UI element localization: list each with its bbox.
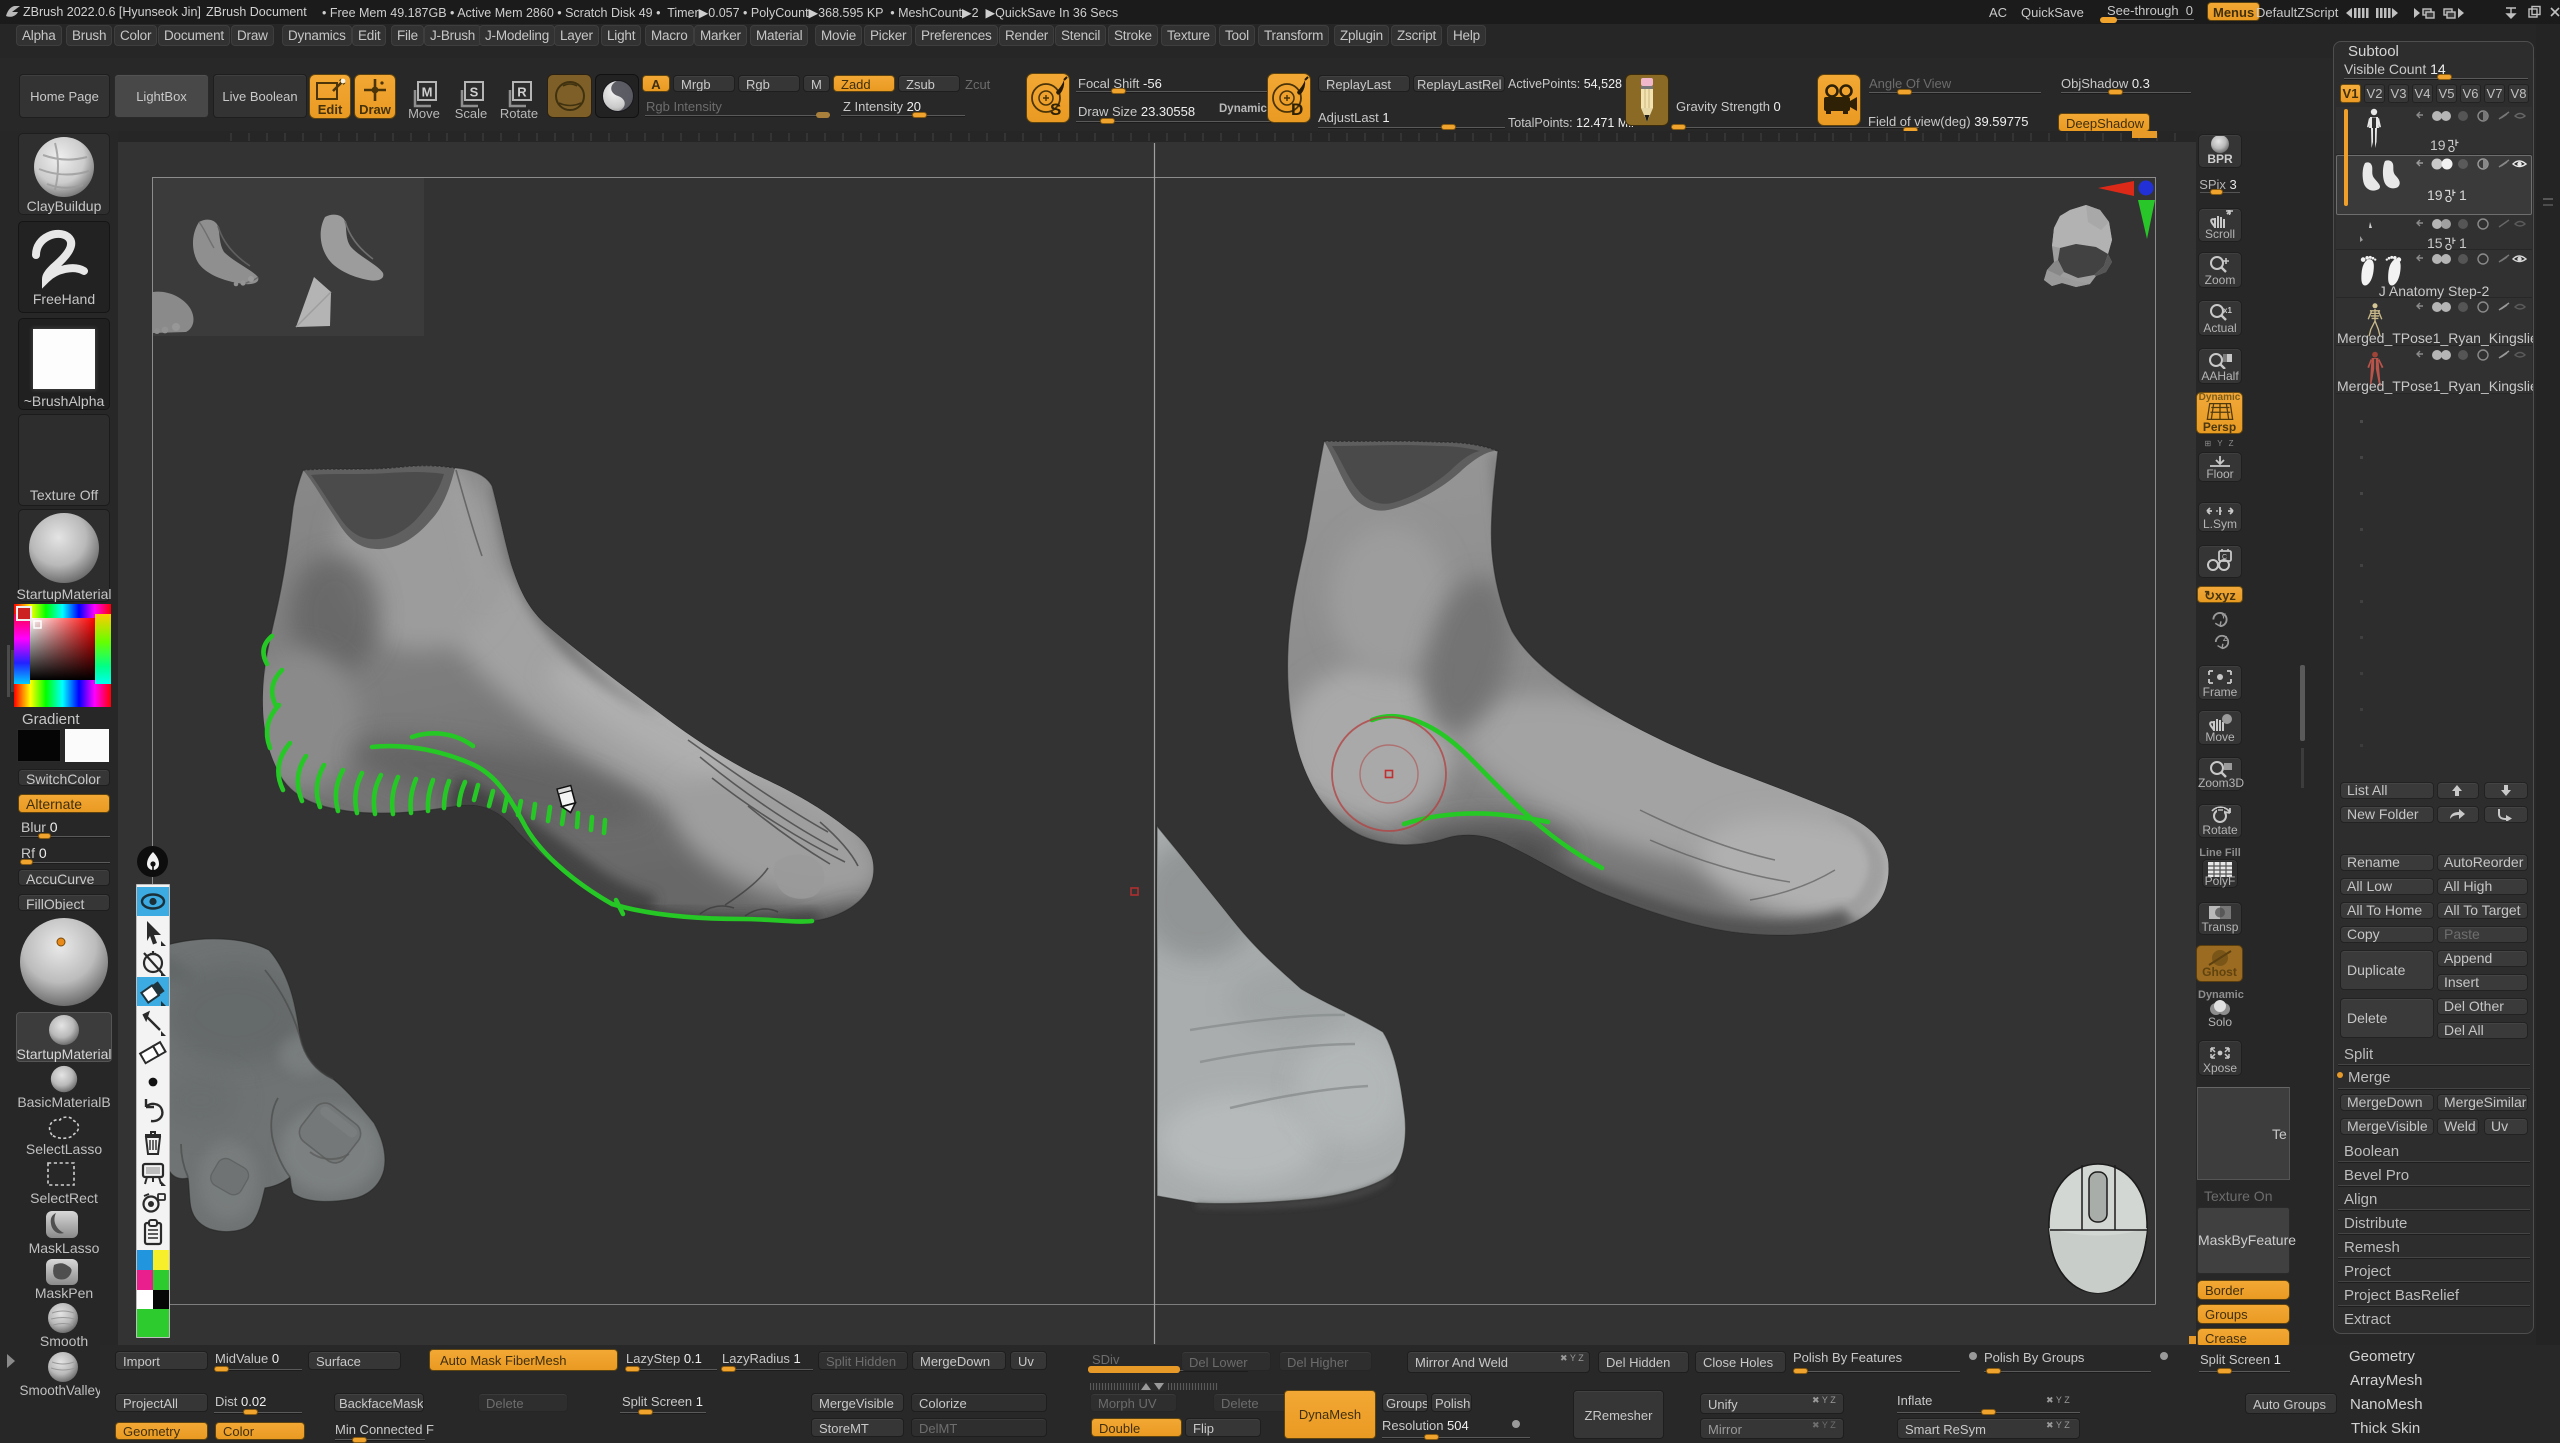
svg-text:Y: Y — [2221, 612, 2226, 621]
svg-text:S: S — [470, 85, 479, 100]
svg-text:Z: Z — [2223, 635, 2228, 643]
svg-text:x1: x1 — [2223, 306, 2232, 315]
svg-text:C: C — [2222, 554, 2227, 561]
svg-text:R: R — [517, 85, 527, 100]
svg-text:M: M — [422, 85, 433, 100]
